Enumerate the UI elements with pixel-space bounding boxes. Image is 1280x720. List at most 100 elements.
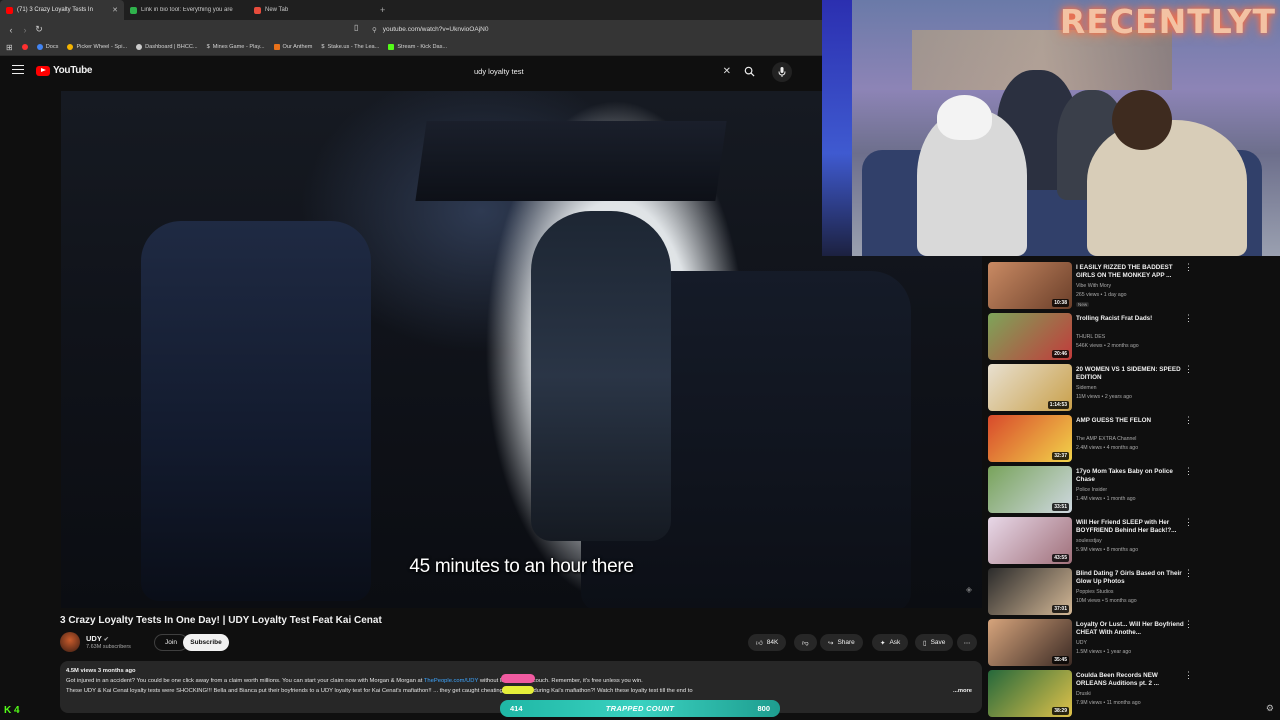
- video-thumbnail[interactable]: 37:01: [988, 568, 1072, 615]
- like-button[interactable]: 👍︎ 84K: [748, 634, 787, 651]
- recommended-video[interactable]: 43:55 Will Her Friend SLEEP with Her BOYF…: [988, 514, 1278, 564]
- bookmark-item[interactable]: Picker Wheel - Spi...: [67, 44, 127, 50]
- recommended-title[interactable]: Blind Dating 7 Girls Based on Their Glow…: [1076, 570, 1188, 586]
- recommended-channel[interactable]: THURL DES: [1076, 334, 1105, 340]
- recommended-channel[interactable]: The AMP EXTRA Channel: [1076, 436, 1136, 442]
- recommended-video[interactable]: 10:38 I EASILY RIZZED THE BADDEST GIRLS O…: [988, 259, 1278, 309]
- left-count: 414: [510, 704, 523, 713]
- recommended-video[interactable]: 32:37 AMP GUESS THE FELON The AMP EXTRA Ch…: [988, 412, 1278, 462]
- subscribe-button[interactable]: Subscribe: [183, 634, 229, 651]
- recommended-channel[interactable]: UDY: [1076, 640, 1087, 646]
- forward-arrow-icon[interactable]: ›: [18, 25, 32, 35]
- site-info-icon[interactable]: ⚲: [372, 26, 377, 34]
- share-button[interactable]: ↪ Share: [820, 634, 863, 651]
- thumbs-up-icon: 👍︎: [756, 639, 763, 647]
- more-vertical-icon[interactable]: ⋮: [1184, 518, 1193, 527]
- verified-icon: ✔: [103, 637, 109, 643]
- video-thumbnail[interactable]: 35:45: [988, 619, 1072, 666]
- new-tab-button[interactable]: +: [372, 5, 393, 15]
- url-field[interactable]: ⚲ youtube.com/watch?v=UknvioOAjN0: [372, 23, 812, 36]
- search-input[interactable]: udy loyalty test: [467, 67, 723, 76]
- video-thumbnail[interactable]: 32:37: [988, 415, 1072, 462]
- close-tab-icon[interactable]: ✕: [112, 6, 118, 14]
- bookmark-item[interactable]: Dashboard | BHCC...: [136, 44, 198, 50]
- back-arrow-icon[interactable]: ‹: [4, 25, 18, 35]
- ask-button[interactable]: ✦ Ask: [872, 634, 909, 651]
- more-vertical-icon[interactable]: ⋮: [1184, 620, 1193, 629]
- dollar-icon: $: [321, 44, 325, 50]
- recommended-video[interactable]: 33:51 17yo Mom Takes Baby on Police Chase…: [988, 463, 1278, 513]
- menu-icon[interactable]: [12, 65, 24, 77]
- recommended-channel[interactable]: Police Insider: [1076, 487, 1107, 493]
- recommended-channel[interactable]: Druski: [1076, 691, 1091, 697]
- channel-avatar[interactable]: [60, 632, 80, 652]
- recommended-title[interactable]: AMP GUESS THE FELON: [1076, 417, 1188, 425]
- more-vertical-icon[interactable]: ⋮: [1184, 467, 1193, 476]
- more-vertical-icon[interactable]: ⋮: [1184, 569, 1193, 578]
- search-box[interactable]: udy loyalty test ✕: [467, 61, 735, 81]
- recommended-video[interactable]: 37:01 Blind Dating 7 Girls Based on Their…: [988, 565, 1278, 615]
- show-more-link[interactable]: ...more: [950, 686, 972, 696]
- recommended-video[interactable]: 38:29 Coulda Been Records NEW ORLEANS Aud…: [988, 667, 1278, 717]
- recommended-title[interactable]: Trolling Racist Frat Dads!: [1076, 315, 1188, 323]
- recommended-video[interactable]: 35:45 Loyalty Or Lust... Will Her Boyfrie…: [988, 616, 1278, 666]
- video-thumbnail[interactable]: 10:38: [988, 262, 1072, 309]
- recommended-channel[interactable]: Poppies Studios: [1076, 589, 1114, 595]
- recommended-title[interactable]: Loyalty Or Lust... Will Her Boyfriend CH…: [1076, 621, 1188, 637]
- recommended-title[interactable]: Will Her Friend SLEEP with Her BOYFRIEND…: [1076, 519, 1188, 535]
- save-button[interactable]: ▯ Save: [915, 634, 954, 651]
- video-thumbnail[interactable]: 1:14:53: [988, 364, 1072, 411]
- bookmark-item[interactable]: Our Anthem: [273, 44, 313, 50]
- search-button[interactable]: [739, 62, 759, 80]
- bookmark-item[interactable]: [21, 44, 28, 50]
- more-actions-button[interactable]: ⋯: [957, 634, 977, 651]
- video-thumbnail[interactable]: 43:55: [988, 517, 1072, 564]
- settings-gear-icon[interactable]: ⚙: [1266, 703, 1274, 714]
- more-vertical-icon[interactable]: ⋮: [1184, 263, 1193, 272]
- more-vertical-icon[interactable]: ⋮: [1184, 314, 1193, 323]
- video-thumbnail[interactable]: 20:46: [988, 313, 1072, 360]
- bookmark-label: Our Anthem: [282, 44, 313, 50]
- recommended-title[interactable]: 17yo Mom Takes Baby on Police Chase: [1076, 468, 1188, 484]
- channel-name[interactable]: UDY ✔: [86, 634, 109, 643]
- apps-grid-icon[interactable]: ⊞: [6, 43, 13, 52]
- video-duration: 20:46: [1052, 350, 1069, 358]
- more-vertical-icon[interactable]: ⋮: [1184, 416, 1193, 425]
- bookmark-item[interactable]: Docs: [36, 44, 58, 50]
- bookmark-icon: ▯: [923, 639, 927, 647]
- neon-sign: RECENTLYT: [1059, 2, 1276, 41]
- recommended-channel[interactable]: soulesstjay: [1076, 538, 1102, 544]
- recommended-meta: 11M views • 2 years ago: [1076, 394, 1132, 400]
- bookmark-favicon-icon: [67, 44, 74, 50]
- recommended-video[interactable]: 20:46 Trolling Racist Frat Dads! THURL DES…: [988, 310, 1278, 360]
- more-horizontal-icon: ⋯: [963, 639, 971, 647]
- recommended-channel[interactable]: Vibe With Mory: [1076, 283, 1111, 289]
- bookmark-item[interactable]: Stream - Kick Das...: [388, 44, 447, 50]
- more-vertical-icon[interactable]: ⋮: [1184, 365, 1193, 374]
- dislike-button[interactable]: 👎︎: [794, 634, 817, 651]
- video-thumbnail[interactable]: 38:29: [988, 670, 1072, 717]
- tab-youtube[interactable]: (71) 3 Crazy Loyalty Tests In ✕: [0, 0, 124, 20]
- recommended-title[interactable]: I EASILY RIZZED THE BADDEST GIRLS ON THE…: [1076, 264, 1188, 280]
- clear-search-icon[interactable]: ✕: [723, 66, 735, 77]
- sponsor-link[interactable]: ThePeople.com/UDY: [424, 678, 478, 684]
- recommended-channel[interactable]: Sidemen: [1076, 385, 1096, 391]
- streamer-webcam: RECENTLYT: [822, 0, 1280, 256]
- bookmark-page-icon[interactable]: ▯: [354, 23, 358, 32]
- youtube-favicon-icon: [6, 6, 13, 14]
- voice-search-button[interactable]: [772, 62, 792, 82]
- video-duration: 33:51: [1052, 503, 1069, 511]
- bookmark-item[interactable]: $ Mines Game - Play...: [207, 44, 265, 50]
- tab-new-tab[interactable]: New Tab: [248, 0, 372, 20]
- bookmark-item[interactable]: $ Stake.us - The Lea...: [321, 44, 379, 50]
- microphone-icon: [778, 67, 786, 77]
- reload-icon[interactable]: ↻: [32, 24, 46, 35]
- recommended-video[interactable]: 1:14:53 20 WOMEN VS 1 SIDEMEN: SPEED EDIT…: [988, 361, 1278, 411]
- tab-link-in-bio[interactable]: Link in bio tool: Everything you are: [124, 0, 248, 20]
- new-badge: New: [1076, 302, 1090, 307]
- recommended-title[interactable]: 20 WOMEN VS 1 SIDEMEN: SPEED EDITION: [1076, 366, 1188, 382]
- more-vertical-icon[interactable]: ⋮: [1184, 671, 1193, 680]
- recommended-title[interactable]: Coulda Been Records NEW ORLEANS Audition…: [1076, 672, 1188, 688]
- video-thumbnail[interactable]: 33:51: [988, 466, 1072, 513]
- youtube-logo[interactable]: YouTube: [36, 65, 93, 76]
